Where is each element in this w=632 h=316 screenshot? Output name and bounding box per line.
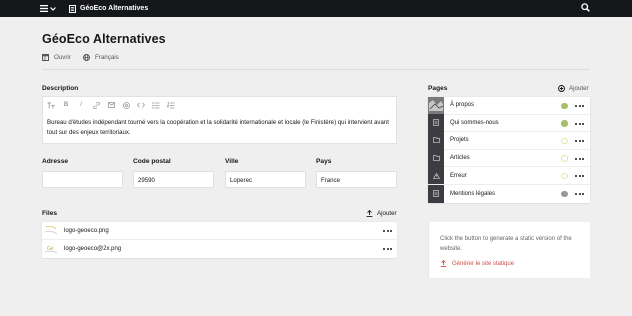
page-options-icon[interactable] (575, 103, 584, 109)
page-item-title: Mentions légales (450, 190, 496, 197)
site-link[interactable]: GéoEco Alternatives (69, 2, 148, 15)
files-label: Files (42, 210, 58, 217)
page-item-qui-sommes-nous[interactable]: Qui sommes-nous (428, 114, 590, 133)
pays-label: Pays (316, 158, 332, 165)
status-unlisted-icon[interactable] (561, 155, 568, 162)
upload-label: Ajouter (377, 210, 397, 217)
bold-icon[interactable]: B (62, 101, 70, 109)
bullet-list-icon[interactable] (152, 101, 160, 109)
file-name: logo-geoeco.png (64, 227, 109, 234)
page-options-icon[interactable] (575, 173, 584, 179)
page-item-title: Projets (450, 137, 469, 144)
code-postal-input[interactable]: 29590 (133, 171, 214, 188)
page-thumbnail (428, 96, 444, 115)
warning-icon (432, 172, 440, 179)
page-item-title: Qui sommes-nous (450, 119, 499, 126)
open-label: Ouvrir (54, 54, 71, 61)
page-icon (433, 190, 439, 198)
page-icon (69, 4, 76, 13)
code-postal-label: Code postal (133, 158, 171, 165)
page-item-title: Articles (450, 155, 470, 162)
language-button[interactable]: Français (83, 54, 119, 61)
hamburger-icon (40, 5, 48, 12)
status-listed-icon[interactable] (561, 102, 568, 110)
page-type-icon (428, 166, 444, 185)
italic-icon[interactable]: I (77, 101, 85, 109)
ville-input[interactable]: Loperec (225, 171, 306, 188)
status-draft-icon[interactable] (561, 190, 568, 198)
upload-icon (440, 260, 447, 267)
attachment-icon[interactable] (122, 101, 130, 109)
page-icon (433, 119, 439, 127)
upload-icon (366, 210, 373, 217)
file-options-icon[interactable] (383, 246, 392, 252)
open-button[interactable]: Ouvrir (42, 54, 71, 61)
open-icon (42, 54, 49, 61)
pages-label: Pages (428, 85, 448, 92)
file-thumbnail (42, 222, 59, 240)
photo-thumbnail-icon (428, 96, 444, 114)
headings-icon[interactable] (47, 101, 55, 109)
ordered-list-icon[interactable] (167, 101, 175, 109)
file-list: logo-geoeco.png Gé logo-geoeco@2x.png (42, 222, 397, 258)
add-page-label: Ajouter (569, 85, 589, 92)
page-item-projets[interactable]: Projets (428, 131, 590, 150)
folder-icon (432, 155, 440, 161)
description-text[interactable]: Bureau d'études indépendant tourné vers … (47, 118, 395, 137)
image-thumbnail-icon (44, 225, 58, 234)
search-button[interactable] (581, 3, 592, 14)
menu-button[interactable] (40, 3, 62, 14)
search-icon (581, 3, 590, 12)
page-type-icon (428, 184, 444, 203)
page-type-icon (428, 131, 444, 150)
page-list: À propos Qui sommes-nous Projets Article… (428, 96, 590, 203)
image-thumbnail-icon: Gé (44, 246, 58, 254)
page-title: GéoEco Alternatives (42, 32, 166, 46)
pays-input[interactable]: France (316, 171, 397, 188)
adresse-label: Adresse (42, 158, 69, 165)
generate-static-site-button[interactable]: Générer le site statique (440, 260, 514, 267)
link-icon[interactable] (92, 101, 100, 109)
page-item-mentions-legales[interactable]: Mentions légales (428, 184, 590, 203)
page-item-erreur[interactable]: Erreur (428, 166, 590, 185)
page-options-icon[interactable] (575, 156, 584, 162)
static-site-text: Click the button to generate a static ve… (440, 236, 572, 252)
description-label: Description (42, 85, 79, 92)
page-item-a-propos[interactable]: À propos (428, 96, 590, 115)
page-options-icon[interactable] (575, 138, 584, 144)
description-editor[interactable]: B I Bureau d'études indépendant tourné v… (42, 96, 397, 144)
status-unlisted-icon[interactable] (561, 172, 568, 180)
ville-label: Ville (225, 158, 239, 165)
folder-icon (432, 137, 440, 144)
page-options-icon[interactable] (575, 121, 584, 127)
generate-static-site-label: Générer le site statique (452, 260, 515, 267)
language-label: Français (95, 54, 119, 61)
page-options-icon[interactable] (575, 191, 584, 197)
email-icon[interactable] (107, 101, 115, 109)
upload-button[interactable]: Ajouter (366, 210, 397, 217)
status-unlisted-icon[interactable] (561, 137, 568, 145)
page-item-articles[interactable]: Articles (428, 149, 590, 168)
editor-toolbar: B I (47, 101, 175, 109)
plus-circle-icon (558, 85, 565, 92)
status-listed-icon[interactable] (561, 120, 568, 127)
globe-icon (83, 54, 90, 61)
file-item[interactable]: logo-geoeco.png (42, 222, 397, 240)
file-options-icon[interactable] (383, 228, 392, 234)
code-icon[interactable] (137, 101, 145, 109)
adresse-input[interactable] (42, 171, 123, 188)
file-thumbnail: Gé (42, 240, 59, 258)
header-divider (42, 69, 590, 70)
static-site-panel: Click the button to generate a static ve… (428, 222, 590, 278)
site-title: GéoEco Alternatives (80, 5, 149, 12)
add-page-button[interactable]: Ajouter (558, 85, 589, 92)
file-item[interactable]: Gé logo-geoeco@2x.png (42, 240, 397, 258)
page-type-icon (428, 149, 444, 167)
page-type-icon (428, 114, 444, 132)
topbar: GéoEco Alternatives (0, 0, 632, 17)
page-item-title: À propos (450, 102, 475, 109)
chevron-down-icon (50, 6, 56, 11)
page-item-title: Erreur (450, 172, 467, 179)
file-name: logo-geoeco@2x.png (64, 246, 122, 252)
